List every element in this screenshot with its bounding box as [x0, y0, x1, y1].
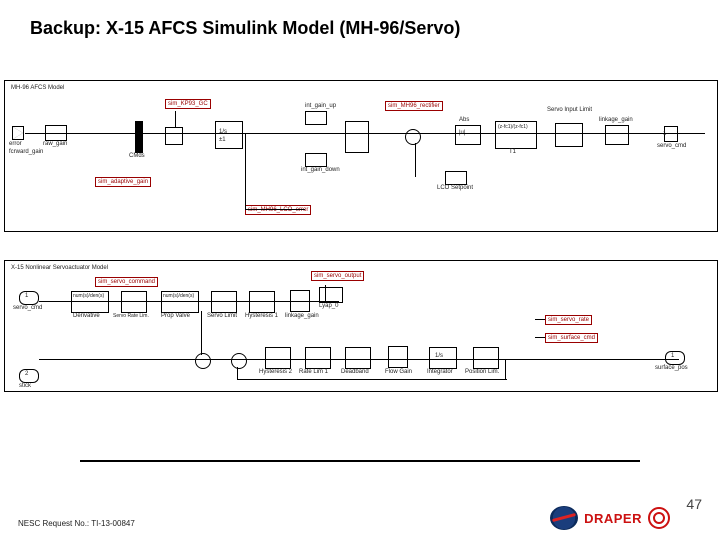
block-lco [445, 171, 467, 185]
label-servo-cmd: servo_cmd [657, 143, 686, 149]
tf1-text: (z-fc1)/(z-fc1) [498, 125, 528, 130]
label-raw-gain: raw_gain [43, 141, 67, 147]
label-hyst1: Hysteresis 1 [245, 313, 278, 319]
block-hyst1 [249, 291, 275, 313]
label-abs: Abs [459, 117, 469, 123]
label-linkage2: linkage_gain [285, 313, 319, 319]
outport-num: 1 [663, 131, 666, 137]
tag-rectifier: sim_MH96_rectifier [385, 101, 443, 111]
tag-servo-command: sim_servo_command [95, 277, 158, 287]
diagram2-caption: X-15 Nonlinear Servoactuator Model [11, 265, 108, 271]
wire-main [25, 133, 705, 134]
wire-v3 [201, 311, 202, 355]
diagram1-caption: MH-96 AFCS Model [11, 85, 64, 91]
block-rate-lim2 [305, 347, 331, 369]
label-int-dn: int_gain_down [301, 167, 340, 173]
wire-row2 [39, 359, 679, 360]
tag-servo-rate: sim_servo_rate [545, 315, 592, 325]
inport-stick [19, 369, 39, 383]
wire-r1 [535, 319, 545, 320]
label-rate-lim2: Rate Lim 1 [299, 369, 328, 375]
label-lco: LCO Setpoint [437, 185, 473, 191]
in2-num: 2 [25, 371, 28, 377]
label-linkage: linkage_gain [599, 117, 633, 123]
mux-cmds [135, 121, 143, 153]
label-stick: stick [19, 383, 31, 389]
label-pos-lim: Position Lim. [465, 369, 499, 375]
label-tf1b: T1 [509, 149, 516, 155]
block-pos-lim [473, 347, 499, 369]
nasa-logo-icon [550, 506, 578, 530]
slide-title: Backup: X-15 AFCS Simulink Model (MH-96/… [30, 18, 460, 39]
label-int-up: int_gain_up [305, 103, 336, 109]
label-surface-pos: surface_pos [655, 365, 688, 371]
outport-servo-cmd [665, 127, 677, 141]
label-int1: 1/s [219, 129, 227, 135]
label-error: error [9, 141, 22, 147]
block-int1 [215, 121, 243, 149]
tfb-text: num(s)/den(s) [163, 294, 194, 299]
block-deadband [345, 347, 371, 369]
wire-r2 [535, 337, 545, 338]
block-rate-lim [121, 291, 147, 313]
inport-error [13, 127, 23, 139]
diagram-mh96: MH-96 AFCS Model error fcrward_gain raw_… [4, 80, 718, 232]
inport-servo-cmd [19, 291, 39, 305]
tfa-text: num(s)/den(s) [73, 294, 104, 299]
block-servo-lim2 [211, 291, 237, 313]
label-prop-valve: Prop Valve [161, 313, 190, 319]
block-switch [345, 121, 369, 153]
label-servo-limit: Servo Input Limit [547, 107, 592, 113]
logo-group: DRAPER [550, 506, 670, 530]
draper-logo-icon [648, 507, 670, 529]
tag-adaptive-gain: sim_adaptive_gain [95, 177, 151, 187]
label-derivative: Derivative [73, 313, 100, 319]
block-product1 [165, 127, 183, 145]
label-integrator: Integrator [427, 369, 453, 375]
block-sum [405, 129, 421, 145]
wire-v1 [245, 133, 246, 209]
tag-lco-error: sim_MH96_LCO_error [245, 205, 311, 215]
label-fwd-gain: fcrward_gain [9, 149, 43, 155]
sum2 [195, 353, 211, 369]
block-int-dn [305, 153, 327, 167]
wire-fb-h [237, 379, 507, 380]
block-servo-limit [555, 123, 583, 147]
wire-fb-v [237, 367, 238, 379]
outport-surface [665, 351, 685, 365]
in1-num: 1 [25, 293, 28, 299]
block-hyst2 [265, 347, 291, 369]
label-servo-lim: Servo Limit [207, 313, 237, 319]
sum3 [231, 353, 247, 369]
block-linkage [605, 125, 629, 145]
wire-fb [505, 359, 506, 379]
label-hyst2: Hysteresis 2 [259, 369, 292, 375]
label-flow-gain: Flow Gain [385, 369, 412, 375]
tag-surface-cmd: sim_surface_cmd [545, 333, 598, 343]
tag-kp93: sim_KP93_GC [165, 99, 211, 109]
divider [80, 460, 640, 462]
label-cmds: CMds [129, 153, 145, 159]
footer-text: NESC Request No.: TI-13-00847 [18, 519, 135, 528]
label-deadband: Deadband [341, 369, 369, 375]
diagram-servo: X-15 Nonlinear Servoactuator Model 1 ser… [4, 260, 718, 392]
tag-servo-output: sim_servo_output [311, 271, 364, 281]
label-int1b: ±1 [219, 137, 226, 143]
wire-h2 [245, 209, 305, 210]
label-lyap: Lyap_0 [319, 303, 338, 309]
label-rate-lim: Servo Rate Lim. [113, 313, 149, 319]
draper-logo-text: DRAPER [584, 511, 642, 526]
label-servo-cmd-in: servo_cmd [13, 305, 42, 311]
wire-v2 [415, 143, 416, 177]
block-int-up [305, 111, 327, 125]
gain-flow [389, 347, 407, 367]
page-number: 47 [686, 496, 702, 512]
wire-v4 [325, 285, 326, 301]
wire-row1 [39, 301, 339, 302]
